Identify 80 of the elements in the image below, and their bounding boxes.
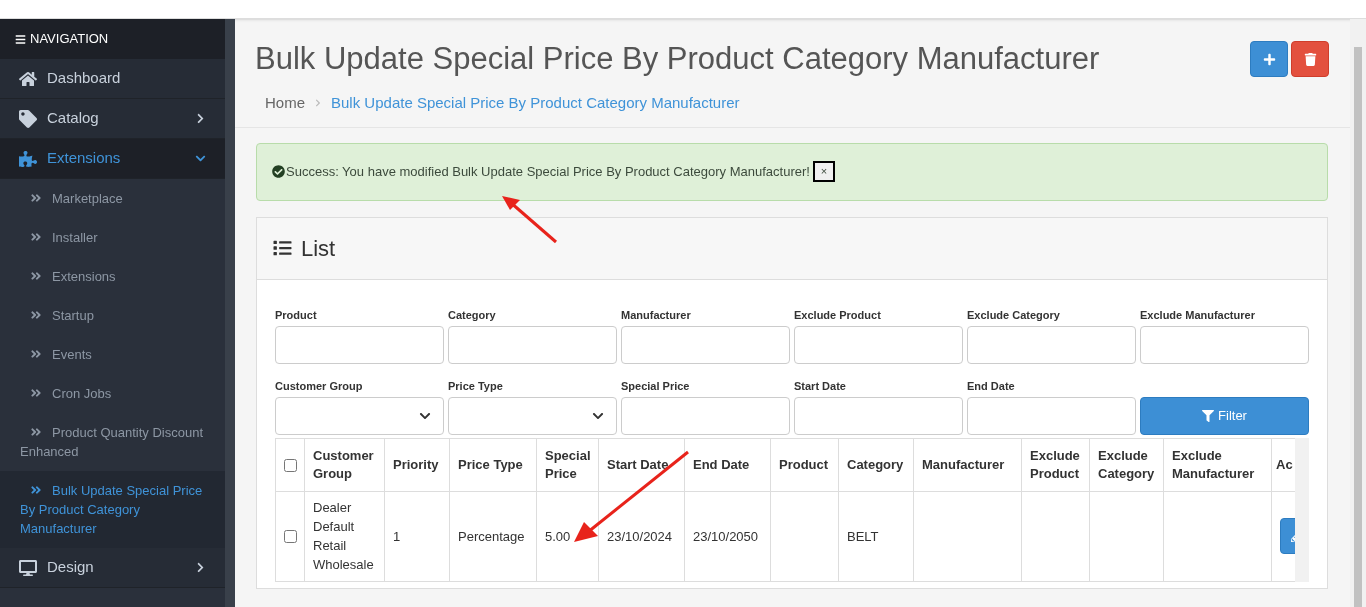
row-checkbox[interactable] <box>283 530 297 544</box>
table-cell: Percentage <box>458 528 525 544</box>
nav-icon <box>19 558 37 577</box>
trash-icon <box>1303 52 1317 66</box>
nav-heading-text: NAVIGATION <box>30 30 109 49</box>
chevron-right-icon <box>195 113 206 124</box>
filter-label: Price Type <box>448 378 504 394</box>
chevron-down-icon <box>195 153 206 164</box>
column-header: Category <box>838 438 914 491</box>
table-cell: 23/10/2050 <box>693 528 759 544</box>
input-field[interactable] <box>275 325 444 364</box>
column-header: Exclude Product <box>1021 438 1090 491</box>
double-chevron-icon <box>30 484 42 496</box>
breadcrumb-separator-icon <box>314 99 322 108</box>
input-field[interactable] <box>967 396 1136 435</box>
nav-item[interactable]: Catalog <box>0 99 225 139</box>
delete-button[interactable] <box>1291 41 1329 77</box>
column-header: End Date <box>684 438 771 491</box>
nav-item[interactable]: Extensions <box>0 139 225 179</box>
double-chevron-icon <box>30 309 42 321</box>
input-field[interactable] <box>621 325 790 364</box>
double-chevron-icon <box>30 270 42 282</box>
column-header: Price Type <box>449 438 537 491</box>
nav-item[interactable]: Design <box>0 548 225 588</box>
filter-label: Start Date <box>794 378 847 394</box>
filter-button[interactable]: Filter <box>1140 396 1309 435</box>
filter-label: End Date <box>967 378 1016 394</box>
page-title: Bulk Update Special Price By Product Category Manufacturer <box>255 40 1100 78</box>
input-field[interactable] <box>967 325 1136 364</box>
column-header: Special Price <box>536 438 599 491</box>
column-header: Customer Group <box>304 438 385 491</box>
double-chevron-icon <box>30 348 42 360</box>
annotation-arrow <box>502 196 557 244</box>
nav-icon <box>19 109 37 128</box>
table-cell: 23/10/2024 <box>607 528 673 544</box>
filter-label: Exclude Manufacturer <box>1140 307 1256 323</box>
close-button[interactable]: × <box>812 161 835 182</box>
nav-item[interactable]: Dashboard <box>0 59 225 99</box>
column-header: Product <box>770 438 839 491</box>
table-cell: 1 <box>393 528 401 544</box>
table-cell: BELT <box>847 528 879 544</box>
table-cell: Dealer Default Retail Wholesale <box>313 500 374 572</box>
double-chevron-icon <box>30 192 42 204</box>
breadcrumb-link[interactable]: Home <box>265 92 305 115</box>
filter-label: Customer Group <box>275 378 364 394</box>
input-field[interactable] <box>448 325 617 364</box>
column-header: Priority <box>384 438 450 491</box>
input-field[interactable] <box>794 325 963 364</box>
select-all-checkbox[interactable] <box>283 458 297 472</box>
double-chevron-icon <box>30 387 42 399</box>
select-field[interactable] <box>275 396 444 435</box>
plus-icon <box>1262 52 1276 66</box>
filter-label: Manufacturer <box>621 307 692 323</box>
filter-label: Category <box>448 307 497 323</box>
add-button[interactable] <box>1250 41 1288 77</box>
filter-icon <box>1202 409 1215 422</box>
column-header: Exclude Category <box>1089 438 1164 491</box>
nav-subitem[interactable]: Bulk Update Special Price By Product Category Manufacturer <box>0 471 225 548</box>
column-header: Exclude Manufacturer <box>1163 438 1272 491</box>
filter-label: Special Price <box>621 378 691 394</box>
column-header: Manufacturer <box>913 438 1022 491</box>
input-field[interactable] <box>1140 325 1309 364</box>
nav-icon <box>19 69 37 88</box>
double-chevron-icon <box>30 426 42 438</box>
alert-message: Success: You have modified Bulk Update Special Price By Product Category Manufacturer! <box>286 162 810 181</box>
double-chevron-icon <box>30 231 42 243</box>
input-field[interactable] <box>794 396 963 435</box>
table-cell: 5.00 <box>545 528 571 544</box>
column-header: Start Date <box>598 438 685 491</box>
filter-label: Product <box>275 307 318 323</box>
breadcrumb-link[interactable]: Bulk Update Special Price By Product Category Manufacturer <box>331 92 740 115</box>
select-field[interactable] <box>448 396 617 435</box>
filter-label: Exclude Product <box>794 307 882 323</box>
list-icon <box>272 239 293 257</box>
filter-label: Exclude Category <box>967 307 1061 323</box>
menu-icon <box>15 33 26 45</box>
chevron-right-icon <box>195 562 206 573</box>
panel-title: List <box>301 234 336 263</box>
input-field[interactable] <box>621 396 790 435</box>
nav-icon <box>19 149 37 168</box>
